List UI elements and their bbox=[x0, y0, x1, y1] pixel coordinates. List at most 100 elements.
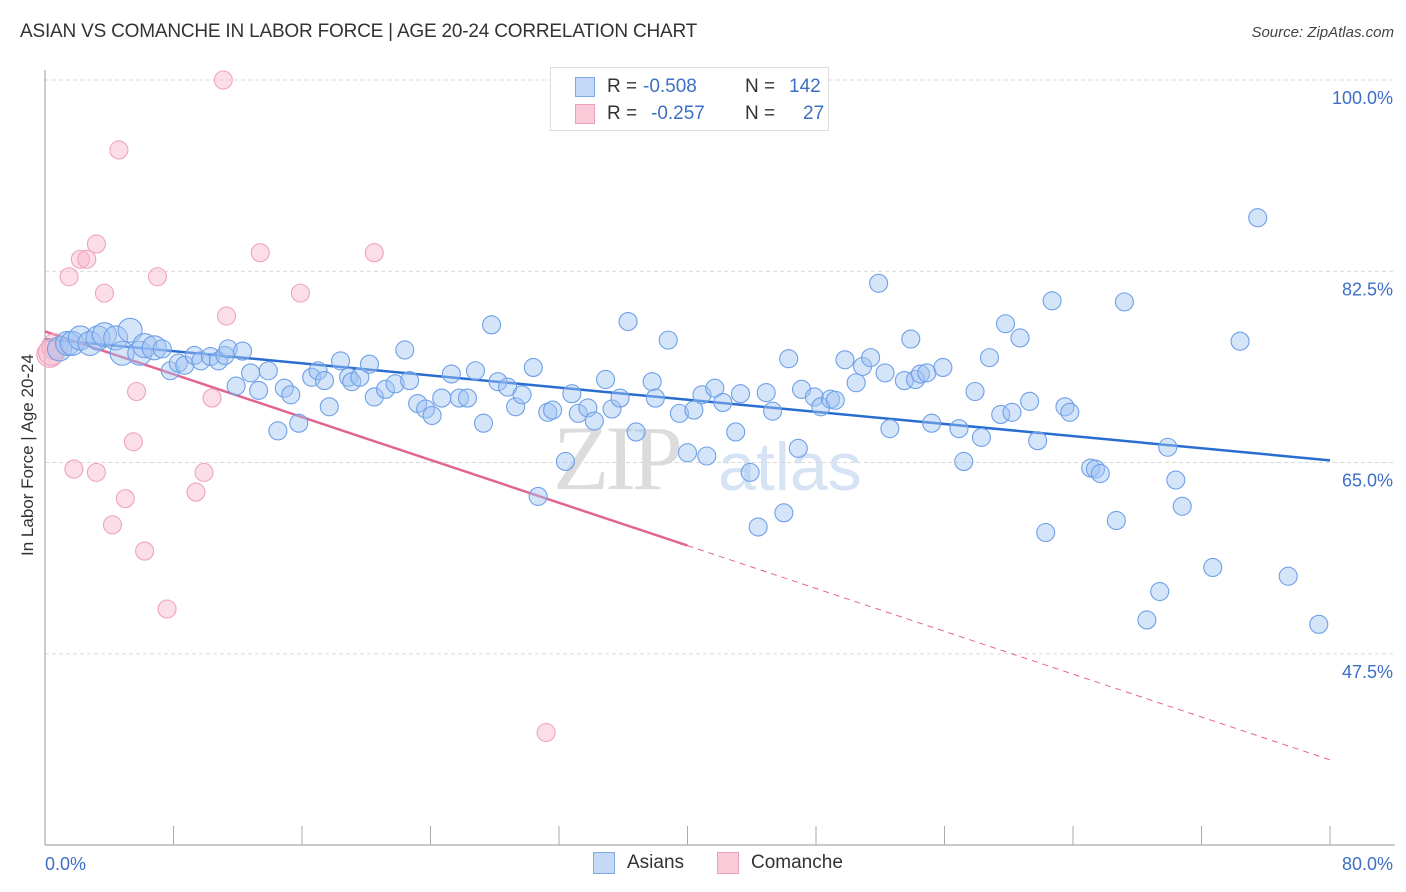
asian-point bbox=[400, 371, 420, 391]
legend-row-asians: R = -0.508 N = 142 bbox=[575, 74, 821, 100]
y-tick-label: 65.0% bbox=[1342, 471, 1393, 491]
asian-point bbox=[933, 357, 953, 378]
comanche-trend-extension bbox=[687, 545, 1331, 761]
asian-point bbox=[473, 413, 494, 433]
asian-point bbox=[422, 406, 442, 426]
r-label: R = bbox=[607, 76, 638, 97]
comanche-point bbox=[250, 243, 270, 263]
asian-point bbox=[528, 486, 548, 506]
asian-point bbox=[917, 363, 937, 383]
asian-point bbox=[1028, 431, 1048, 451]
trend-lines bbox=[44, 330, 1331, 761]
asian-point bbox=[258, 361, 278, 381]
asian-point bbox=[314, 371, 335, 391]
asian-point bbox=[1036, 522, 1056, 543]
asian-point bbox=[922, 413, 942, 433]
asian-point bbox=[740, 462, 760, 482]
comanche-point bbox=[94, 283, 114, 303]
asian-point bbox=[512, 385, 532, 405]
asian-point bbox=[1002, 402, 1022, 422]
asian-point bbox=[523, 357, 543, 378]
asian-point bbox=[1166, 470, 1186, 490]
legend-row-comanche: R = -0.257 N = 27 bbox=[575, 101, 824, 127]
asian-point bbox=[441, 364, 461, 384]
asian-point bbox=[289, 413, 309, 433]
asian-point bbox=[1278, 566, 1298, 586]
asian-point bbox=[726, 422, 746, 442]
asian-point bbox=[756, 383, 776, 403]
asian-point bbox=[763, 401, 783, 421]
legend-label-asians: Asians bbox=[627, 852, 685, 873]
asian-point bbox=[1042, 291, 1062, 311]
tick-labels: 100.0% 82.5% 65.0% 47.5% 0.0% 80.0% bbox=[45, 88, 1393, 874]
comanche-point bbox=[109, 140, 129, 160]
comanche-point bbox=[77, 249, 97, 269]
asian-point bbox=[846, 373, 866, 393]
comanche-point bbox=[186, 482, 206, 502]
y-tick-label: 82.5% bbox=[1342, 279, 1393, 299]
asian-point bbox=[880, 419, 900, 439]
comanche-point bbox=[213, 70, 233, 90]
axes bbox=[44, 70, 1395, 846]
asian-point bbox=[658, 330, 678, 350]
comanche-point bbox=[290, 283, 310, 303]
asian-point bbox=[268, 421, 288, 441]
asian-point bbox=[226, 376, 246, 396]
asian-point bbox=[152, 339, 172, 359]
comanche-point bbox=[536, 722, 556, 743]
asian-point bbox=[995, 314, 1016, 334]
n-label: N = bbox=[745, 103, 776, 124]
legend-item-comanche[interactable]: Comanche bbox=[717, 852, 843, 874]
asian-point bbox=[1150, 581, 1170, 602]
asian-point bbox=[779, 349, 799, 369]
legend-item-asians[interactable]: Asians bbox=[593, 852, 684, 874]
asian-point bbox=[875, 363, 895, 383]
comanche-point bbox=[364, 243, 384, 263]
asian-point bbox=[596, 369, 616, 390]
comanche-point bbox=[64, 459, 84, 479]
asian-point bbox=[584, 411, 604, 431]
asian-point bbox=[610, 388, 630, 408]
asian-point bbox=[562, 384, 582, 404]
x-tick-label: 0.0% bbox=[45, 854, 86, 874]
comanche-point bbox=[157, 599, 177, 619]
asian-point bbox=[965, 381, 985, 402]
asian-point bbox=[543, 400, 563, 420]
asian-point bbox=[1137, 610, 1157, 630]
asian-point bbox=[465, 361, 486, 381]
y-tick-label: 100.0% bbox=[1332, 88, 1393, 108]
asian-point bbox=[971, 427, 991, 447]
asian-point bbox=[481, 315, 502, 335]
asian-point bbox=[1172, 496, 1192, 516]
r-value: -0.257 bbox=[651, 103, 705, 124]
n-value: 142 bbox=[789, 76, 821, 97]
comanche-point bbox=[127, 381, 147, 402]
asian-point bbox=[319, 397, 339, 417]
comanche-point bbox=[202, 388, 222, 408]
asian-point bbox=[788, 438, 808, 458]
asian-point bbox=[869, 273, 889, 293]
comanche-point bbox=[147, 267, 167, 287]
asian-point bbox=[1114, 292, 1134, 312]
asian-point bbox=[645, 388, 665, 408]
asians-swatch bbox=[593, 852, 615, 874]
asian-point bbox=[954, 451, 974, 472]
comanche-swatch bbox=[717, 852, 739, 874]
asian-point bbox=[1230, 331, 1250, 351]
n-label: N = bbox=[745, 76, 776, 97]
asian-point bbox=[330, 351, 351, 371]
asian-point bbox=[1090, 463, 1110, 484]
comanche-point bbox=[123, 432, 143, 452]
comanche-point bbox=[86, 462, 106, 482]
asian-point bbox=[642, 372, 662, 392]
asian-point bbox=[1248, 208, 1268, 228]
asian-point bbox=[281, 385, 301, 405]
comanche-point bbox=[135, 541, 155, 561]
comanche-point bbox=[216, 306, 237, 326]
comanche-point bbox=[194, 462, 214, 482]
legend-label-comanche: Comanche bbox=[751, 852, 843, 873]
asian-point bbox=[748, 517, 768, 537]
correlation-legend: R = -0.508 N = 142 R = -0.257 N = 27 bbox=[550, 67, 829, 131]
asians-points bbox=[46, 208, 1329, 634]
asian-point bbox=[1020, 391, 1040, 411]
